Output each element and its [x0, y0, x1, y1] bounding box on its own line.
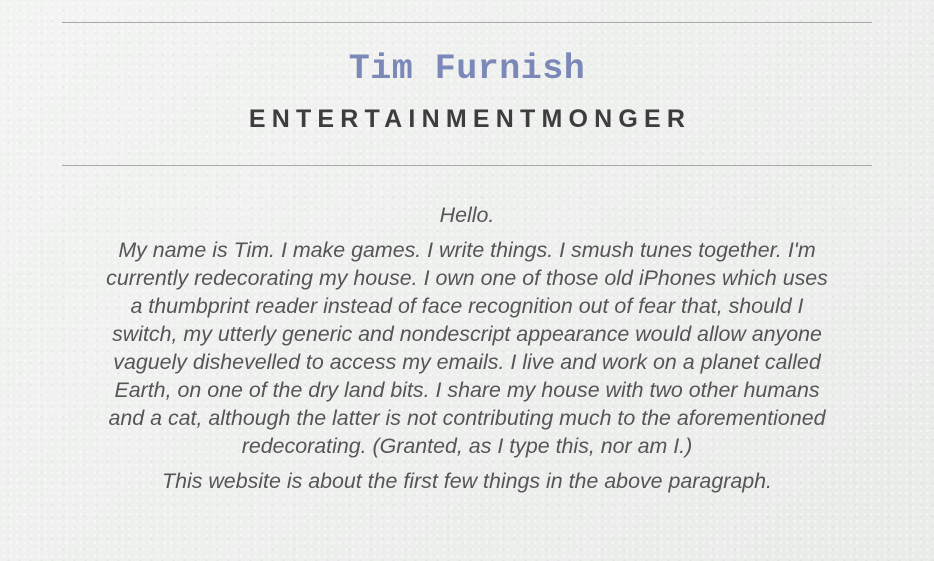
- greeting-text: Hello.: [439, 203, 495, 227]
- about-text: This website is about the first few thin…: [162, 469, 772, 493]
- bio-paragraph: My name is Tim. I make games. I write th…: [106, 238, 828, 458]
- page: Tim Furnish ENTERTAINMENTMONGER Hello. M…: [0, 0, 934, 561]
- top-divider: [62, 22, 872, 23]
- site-tagline: ENTERTAINMENTMONGER: [248, 105, 692, 133]
- intro-content: Hello. My name is Tim. I make games. I w…: [100, 201, 834, 495]
- site-header: Tim Furnish ENTERTAINMENTMONGER: [0, 48, 934, 134]
- site-title[interactable]: Tim Furnish: [0, 48, 934, 90]
- bottom-divider: [62, 165, 872, 166]
